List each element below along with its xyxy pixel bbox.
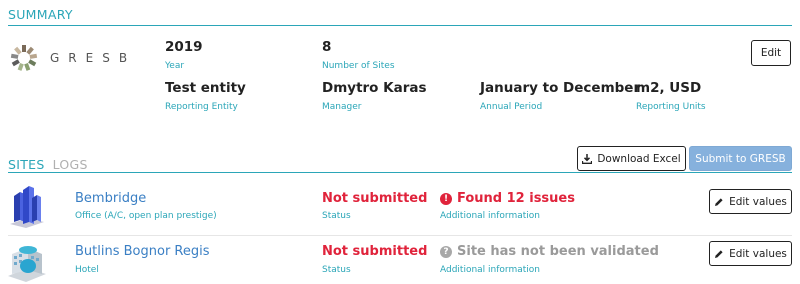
site-row-bembridge: Bembridge Office (A/C, open plan prestig…	[0, 182, 800, 234]
entity-field: Test entity Reporting Entity	[165, 80, 246, 112]
site-row-butlins: Butlins Bognor Regis Hotel Not submitted…	[0, 236, 800, 284]
site-info-label: Additional information	[440, 211, 540, 221]
download-excel-button[interactable]: Download Excel	[577, 146, 686, 171]
units-field: m2, USD Reporting Units	[636, 80, 706, 112]
entity-label: Reporting Entity	[165, 102, 238, 112]
pencil-icon	[715, 197, 723, 206]
edit-values-button[interactable]: Edit values	[709, 241, 792, 266]
year-value: 2019	[165, 39, 203, 55]
gresb-logo-text: GRESB	[50, 51, 137, 65]
sites-count-value: 8	[322, 39, 332, 55]
site-name[interactable]: Bembridge	[75, 191, 146, 206]
edit-values-button[interactable]: Edit values	[709, 189, 792, 214]
manager-label: Manager	[322, 102, 362, 112]
pencil-icon	[715, 249, 723, 258]
tab-sites[interactable]: SITES	[8, 157, 45, 172]
gresb-wheel-icon	[10, 45, 38, 71]
site-info-value: ? Site has not been validated	[440, 244, 659, 259]
edit-summary-button[interactable]: Edit	[751, 40, 791, 66]
site-status-label: Status	[322, 265, 351, 275]
site-name[interactable]: Butlins Bognor Regis	[75, 244, 210, 259]
summary-title: SUMMARY	[8, 7, 73, 22]
entity-value: Test entity	[165, 80, 246, 96]
year-field: 2019 Year	[165, 39, 203, 71]
site-status-value: Not submitted	[322, 191, 428, 206]
edit-values-label: Edit values	[729, 247, 787, 260]
office-building-icon	[10, 186, 44, 228]
hotel-building-icon	[8, 246, 46, 282]
sites-count-label: Number of Sites	[322, 61, 395, 71]
units-value: m2, USD	[636, 80, 702, 96]
site-status-label: Status	[322, 211, 351, 221]
units-label: Reporting Units	[636, 102, 706, 112]
manager-value: Dmytro Karas	[322, 80, 427, 96]
submit-to-gresb-button[interactable]: Submit to GRESB	[689, 146, 792, 171]
site-type: Hotel	[75, 265, 99, 275]
sites-rule	[8, 172, 792, 173]
site-info-text: Found 12 issues	[457, 191, 575, 206]
summary-rule	[8, 25, 792, 26]
gresb-logo: GRESB	[10, 44, 136, 72]
edit-values-label: Edit values	[729, 195, 787, 208]
download-excel-label: Download Excel	[597, 152, 681, 165]
period-field: January to December Annual Period	[480, 80, 640, 112]
exclamation-circle-icon: !	[440, 192, 452, 205]
download-icon	[582, 153, 593, 164]
year-label: Year	[165, 61, 185, 71]
sites-count-field: 8 Number of Sites	[322, 39, 395, 71]
site-info-value: ! Found 12 issues	[440, 191, 575, 206]
question-circle-icon: ?	[440, 245, 452, 258]
site-status-value: Not submitted	[322, 244, 428, 259]
period-label: Annual Period	[480, 102, 543, 112]
site-info-text: Site has not been validated	[457, 244, 659, 259]
site-type: Office (A/C, open plan prestige)	[75, 211, 217, 221]
tab-logs[interactable]: LOGS	[53, 157, 88, 172]
tabs: SITES LOGS	[8, 157, 88, 172]
site-info-label: Additional information	[440, 265, 540, 275]
manager-field: Dmytro Karas Manager	[322, 80, 427, 112]
period-value: January to December	[480, 80, 641, 96]
